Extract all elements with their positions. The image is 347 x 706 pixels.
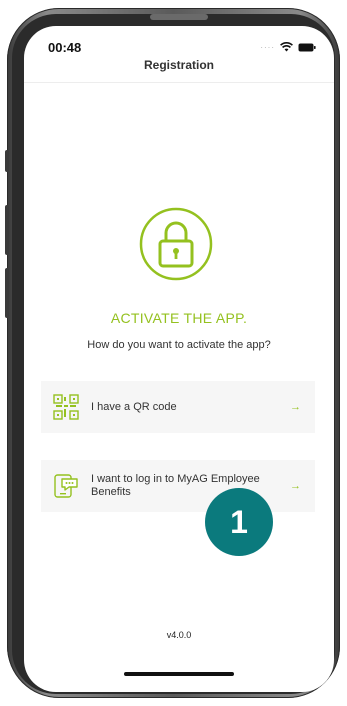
speaker-slot: [150, 14, 208, 20]
arrow-right-icon: →: [290, 480, 301, 492]
step-number-badge: 1: [205, 488, 273, 556]
qr-code-option-label: I have a QR code: [91, 400, 177, 413]
battery-icon: [298, 43, 316, 51]
status-time: 00:48: [48, 40, 82, 55]
home-indicator[interactable]: [124, 672, 234, 676]
qr-code-option[interactable]: I have a QR code →: [41, 381, 315, 433]
lock-icon: [139, 207, 213, 281]
mute-switch: [5, 150, 9, 172]
wifi-icon: [280, 42, 293, 52]
volume-up-button: [5, 205, 9, 255]
signal-icon: ····: [260, 42, 275, 52]
app-version: v4.0.0: [166, 630, 192, 640]
login-option[interactable]: I want to log in to MyAG Employee Benefi…: [41, 460, 315, 512]
volume-down-button: [5, 268, 9, 318]
qr-code-icon: [53, 394, 79, 420]
activate-subtitle: How do you want to activate the app?: [87, 339, 271, 351]
status-icons: ····: [260, 42, 316, 52]
page-title: Registration: [143, 58, 214, 72]
arrow-right-icon: →: [290, 401, 301, 413]
sms-phone-icon: [54, 474, 78, 498]
app-screen: 00:48 ···· Registration ACTIVATE THE APP…: [24, 26, 334, 692]
nav-divider: [24, 82, 334, 83]
activate-title: ACTIVATE THE APP.: [110, 310, 248, 326]
